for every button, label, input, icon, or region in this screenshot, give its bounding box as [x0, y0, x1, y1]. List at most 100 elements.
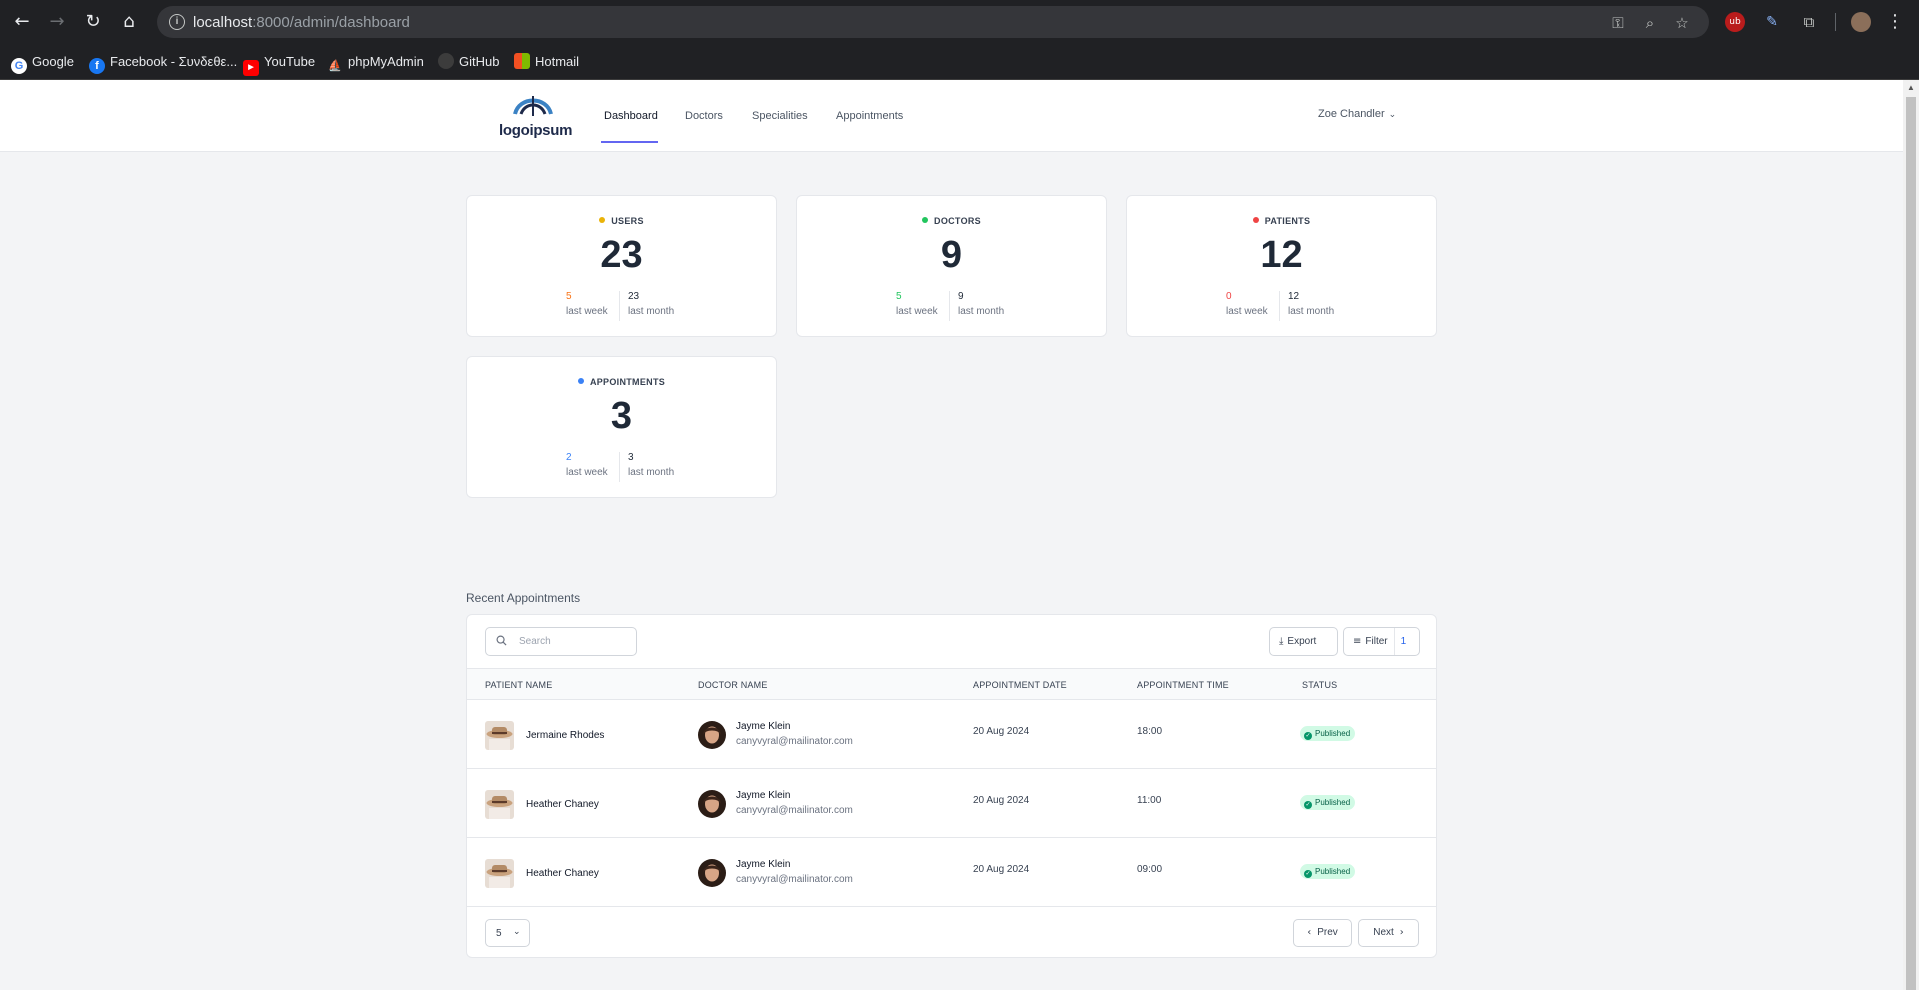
column-header[interactable]: STATUS: [1302, 680, 1337, 690]
page-scrollbar[interactable]: ▲: [1903, 80, 1919, 990]
bookmark-hotmail[interactable]: Hotmail: [514, 53, 579, 71]
filter-count-badge: 1: [1393, 628, 1406, 655]
stat-last-month: 12 last month: [1288, 291, 1335, 317]
stat-label: USERS: [467, 216, 776, 226]
more-menu-icon[interactable]: ⋮: [1883, 10, 1907, 34]
chevron-right-icon: ›: [1399, 927, 1404, 938]
scroll-up-icon[interactable]: ▲: [1907, 83, 1915, 92]
stat-last-week: 5 last week: [896, 291, 938, 317]
stat-last-week: 5 last week: [566, 291, 608, 317]
doctor-email: canyvyral@mailinator.com: [736, 736, 853, 747]
search-icon: [496, 635, 507, 646]
recent-appointments-table: Search ⤓ Export ≡ Filter 1 PATIENT NAME DOC…: [466, 614, 1437, 958]
phpmyadmin-icon: ⛵: [328, 60, 342, 72]
filter-icon: ≡: [1353, 636, 1362, 647]
user-name: Zoe Chandler: [1318, 108, 1385, 120]
check-circle-icon: ✓: [1304, 870, 1312, 878]
column-header[interactable]: APPOINTMENT DATE: [973, 680, 1067, 690]
bookmark-star-icon[interactable]: ☆: [1673, 14, 1691, 32]
home-icon[interactable]: ⌂: [117, 10, 141, 34]
stat-divider: [619, 291, 620, 321]
stat-value: 12: [1260, 234, 1303, 276]
patient-avatar: [485, 721, 514, 750]
filter-button[interactable]: ≡ Filter 1: [1343, 627, 1420, 656]
bookmark-github[interactable]: GitHub: [438, 53, 499, 71]
scrollbar-thumb[interactable]: [1906, 97, 1916, 990]
patient-avatar: [485, 790, 514, 819]
password-key-icon[interactable]: ⚿: [1609, 14, 1627, 32]
nav-doctors[interactable]: Doctors: [685, 110, 723, 122]
zoom-icon[interactable]: ⌕: [1641, 14, 1659, 32]
chevron-down-icon: ⌄: [513, 927, 521, 937]
export-button[interactable]: ⤓ Export: [1269, 627, 1338, 656]
bookmark-youtube[interactable]: ▶ YouTube: [243, 53, 315, 76]
next-page-button[interactable]: Next ›: [1358, 919, 1419, 947]
per-page-select[interactable]: 5 ⌄: [485, 919, 530, 947]
bookmark-google[interactable]: G Google: [11, 53, 74, 74]
youtube-icon: ▶: [243, 60, 259, 76]
address-bar[interactable]: i localhost:8000/admin/dashboard ⚿ ⌕ ☆: [157, 6, 1709, 38]
nav-specialities[interactable]: Specialities: [752, 110, 808, 122]
active-nav-indicator: [601, 141, 658, 143]
doctor-name: Jayme Klein: [736, 721, 791, 732]
stat-card-users: USERS 23 5 last week 23 last month: [466, 195, 777, 337]
stat-last-month: 23 last month: [628, 291, 675, 317]
bookmark-phpmyadmin[interactable]: ⛵ phpMyAdmin: [327, 53, 424, 72]
appointment-date: 20 Aug 2024: [973, 864, 1030, 875]
download-icon: ⤓: [1279, 636, 1284, 647]
patient-name: Jermaine Rhodes: [526, 730, 605, 741]
appointment-time: 11:00: [1137, 795, 1162, 806]
table-row[interactable]: Jermaine Rhodes Jayme Klein canyvyral@ma…: [467, 700, 1436, 769]
google-icon: G: [11, 58, 27, 74]
patient-name: Heather Chaney: [526, 799, 599, 810]
stat-label: APPOINTMENTS: [467, 377, 776, 387]
eyedropper-extension-icon[interactable]: ✎: [1762, 12, 1782, 32]
status-dot: [1252, 217, 1259, 223]
reload-icon[interactable]: ↻: [81, 10, 105, 34]
ublock-extension-icon[interactable]: ub: [1725, 12, 1745, 32]
table-row[interactable]: Heather Chaney Jayme Klein canyvyral@mai…: [467, 769, 1436, 838]
doctor-name: Jayme Klein: [736, 790, 791, 801]
doctor-avatar: [698, 790, 726, 818]
github-icon: [438, 53, 454, 69]
back-icon[interactable]: ←: [10, 10, 34, 34]
url-text: localhost:8000/admin/dashboard: [193, 14, 410, 31]
stat-value: 9: [940, 234, 963, 276]
search-placeholder: Search: [519, 636, 551, 647]
app-header: logoipsum Dashboard Doctors Specialities…: [0, 80, 1903, 152]
stat-label: PATIENTS: [1127, 216, 1436, 226]
site-info-icon[interactable]: i: [169, 14, 185, 30]
stat-last-month: 3 last month: [628, 452, 675, 478]
status-badge: ✓ Published: [1300, 864, 1356, 879]
column-header[interactable]: DOCTOR NAME: [698, 680, 768, 690]
browser-toolbar: ← → ↻ ⌂ i localhost:8000/admin/dashboard…: [0, 0, 1919, 44]
doctor-avatar: [698, 859, 726, 887]
nav-appointments[interactable]: Appointments: [836, 110, 903, 122]
bookmark-facebook[interactable]: f Facebook - Συνδεθε...: [89, 53, 237, 74]
table-row[interactable]: Heather Chaney Jayme Klein canyvyral@mai…: [467, 838, 1436, 907]
toolbar-separator: [1835, 13, 1836, 31]
status-dot: [922, 217, 929, 223]
profile-avatar[interactable]: [1851, 12, 1871, 32]
extensions-puzzle-icon[interactable]: ⧉: [1799, 12, 1819, 32]
search-input[interactable]: Search: [485, 627, 637, 656]
user-menu[interactable]: Zoe Chandler ⌄: [1318, 108, 1396, 120]
stat-last-week: 0 last week: [1226, 291, 1268, 317]
microsoft-icon: [514, 53, 530, 69]
table-header: PATIENT NAME DOCTOR NAME APPOINTMENT DAT…: [467, 668, 1436, 700]
status-dot: [599, 217, 606, 223]
forward-icon[interactable]: →: [45, 10, 69, 34]
chevron-down-icon: ⌄: [1388, 109, 1397, 119]
column-header[interactable]: APPOINTMENT TIME: [1137, 680, 1229, 690]
prev-page-button[interactable]: ‹ Prev: [1293, 919, 1352, 947]
appointment-time: 18:00: [1137, 726, 1163, 737]
bookmarks-bar: G Google f Facebook - Συνδεθε... ▶ YouTube …: [0, 44, 1919, 80]
column-header[interactable]: PATIENT NAME: [485, 680, 552, 690]
stat-value: 23: [600, 234, 643, 276]
stat-last-week: 2 last week: [566, 452, 608, 478]
logo[interactable]: logoipsum: [497, 90, 572, 142]
stat-card-appointments: APPOINTMENTS 3 2 last week 3 last month: [466, 356, 777, 498]
stat-card-doctors: DOCTORS 9 5 last week 9 last month: [796, 195, 1107, 337]
status-badge: ✓ Published: [1300, 795, 1356, 810]
nav-dashboard[interactable]: Dashboard: [604, 110, 658, 122]
